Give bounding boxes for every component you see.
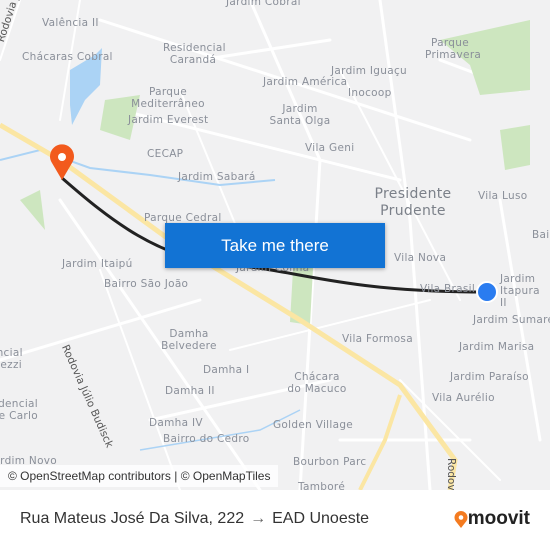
map-label: Valência II: [42, 17, 99, 29]
map-label: Vila Luso: [478, 190, 528, 202]
map-label: Tamboré: [298, 481, 346, 490]
origin-marker: [476, 281, 498, 303]
map-label: Chácara do Macuco: [287, 371, 347, 395]
map-label: Parque Mediterrâneo: [131, 86, 205, 110]
map-label: Bai: [532, 229, 550, 241]
moovit-pin-icon: [454, 510, 468, 528]
map-label: CECAP: [147, 148, 184, 160]
map-label: Jardim Marisa: [459, 341, 535, 353]
trip-summary: Rua Mateus José Da Silva, 222 → EAD Unoest…: [20, 510, 369, 528]
map-label: Chácaras Cobral: [22, 51, 113, 63]
map-label: Vila Brasil: [420, 283, 476, 295]
map-label: Residencial Azezzi: [0, 347, 23, 371]
destination-pin[interactable]: [50, 144, 74, 180]
map-label: Jardim Cobral: [226, 0, 301, 8]
take-me-there-button[interactable]: Take me there: [165, 223, 385, 268]
map-label: Damha Belvedere: [161, 328, 217, 352]
map-label: Jardim Itapura II: [500, 273, 540, 309]
destination-text: EAD Unoeste: [272, 510, 370, 527]
map-label: Damha IV: [149, 417, 203, 429]
arrow-right-icon: →: [250, 510, 267, 527]
map-label: Parque Primavera: [425, 37, 482, 61]
brand-name: moovit: [467, 508, 530, 529]
map-label: Vila Aurélio: [432, 392, 495, 404]
map-label: Jardim Itaipú: [62, 258, 133, 270]
map-label: Residencial Carandá: [163, 42, 226, 66]
map-label: Vila Geni: [305, 142, 355, 154]
map-label: Vila Formosa: [342, 333, 413, 345]
map-label: Damha I: [203, 364, 250, 376]
city-label: Presidente Prudente: [374, 186, 452, 219]
moovit-logo[interactable]: moovit: [454, 508, 530, 530]
map-label: Bairro São João: [104, 278, 189, 290]
map-label: Jardim América: [263, 76, 348, 88]
map-attribution[interactable]: © OpenStreetMap contributors | © OpenMap…: [0, 465, 279, 487]
map-label: Jardim Sabará: [178, 171, 256, 183]
map-label: Damha II: [165, 385, 215, 397]
map-label: Inocoop: [348, 87, 392, 99]
map-label: Bourbon Parc: [293, 456, 367, 468]
map-label: Jardim Everest: [128, 114, 209, 126]
map-label: Jardim Santa Olga: [269, 103, 331, 127]
highway: [358, 394, 402, 490]
origin-text: Rua Mateus José Da Silva, 222: [20, 510, 245, 527]
map-label: Jardim Paraíso: [450, 371, 529, 383]
map-label: Residencial Monte Carlo: [0, 398, 38, 422]
footer: Rua Mateus José Da Silva, 222 → EAD Unoest…: [0, 490, 550, 550]
map-label: Golden Village: [273, 419, 354, 431]
map-label: Bairro do Cedro: [163, 433, 250, 445]
map[interactable]: Valência II Chácaras Cobral Residencial …: [0, 0, 550, 490]
map-label: Vila Nova: [394, 252, 447, 264]
map-label: Jardim Sumaré: [473, 314, 550, 326]
map-label: Jardim Iguaçu: [331, 65, 407, 77]
road-label: Rodov: [445, 458, 457, 490]
